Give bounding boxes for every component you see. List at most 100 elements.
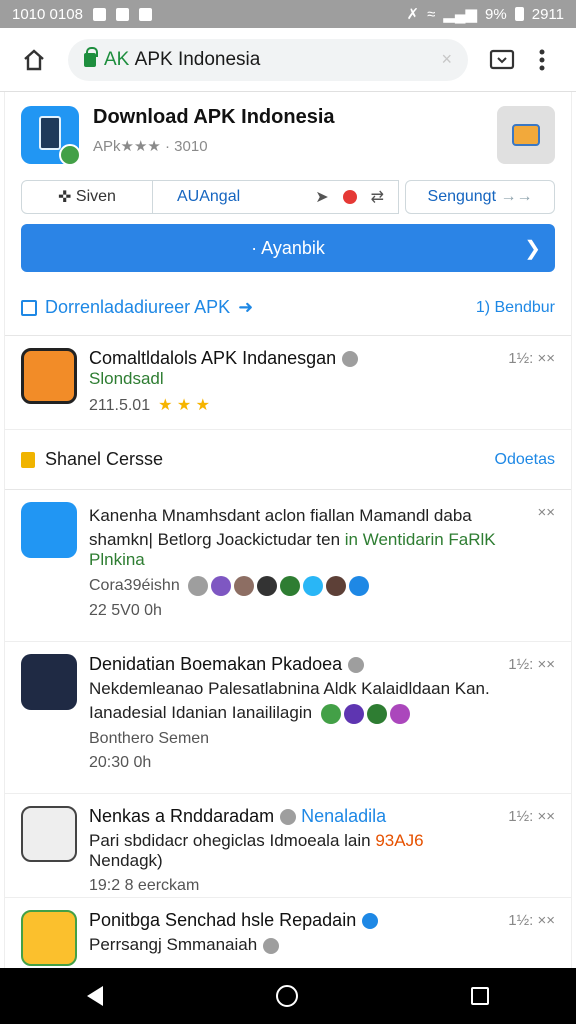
filter-seg-3[interactable]: Sengungt →→ [405,180,555,214]
item-title: Comaltldalols APK Indanesgan [89,348,499,369]
list-item[interactable]: Denidatian Boemakan Pkadoea Nekdemleanao… [5,642,571,794]
item-description: Pari sbdidacr ohegiclas Idmoeala lain 93… [89,831,424,870]
filter-seg-1[interactable]: ✜ Siven [21,180,153,214]
block-icon[interactable] [342,190,357,204]
star-icon: ★ ★ ★ [158,397,211,414]
app-thumbnail [21,654,77,710]
app-thumbnail [21,806,77,862]
arrows-icon: →→ [496,188,533,205]
tabs-icon [489,49,515,69]
app-thumbnail [21,910,77,966]
avatar-icon [326,576,347,596]
item-time-ago: 19:2 8 eerckam [89,877,200,894]
battery-percent: 9% [485,5,507,23]
avatar-row [188,576,370,596]
filter-seg-2[interactable]: AUAngal ➤ ⇄ [153,180,399,214]
primary-button-label: · Ayanbik [251,237,325,258]
status-time-left: 1010 0108 [12,5,83,23]
shuffle-icon[interactable]: ⇄ [371,187,384,207]
avatar-icon [188,576,209,596]
app-header: Download APK Indonesia APk★★★ · 3010 [5,92,571,174]
list-item[interactable]: Kanenha Mnamhsdant aclon fiallan Mamandl… [5,490,571,642]
chevron-right-icon: ❯ [524,238,541,260]
url-bar[interactable]: AK APK Indonesia × [68,38,468,81]
item-title: Kanenha Mnamhsdant aclon fiallan Mamandl… [89,506,472,525]
recents-icon[interactable] [471,987,490,1005]
item-time: ×× [537,504,555,521]
avatar-icon [303,576,324,596]
item-meta: 211.5.01 ★ ★ ★ [89,397,211,414]
verified-icon [280,809,297,826]
more-vert-icon [539,49,545,70]
item-time: 1½: ×× [508,912,555,929]
arrow-icon: ➜ [238,297,254,317]
status-bar: 1010 0108 ✗ ≈ ▂▄▆ 9% 2911 [0,0,576,28]
item-time: 1½: ×× [508,350,555,367]
url-text: APK Indonesia [134,48,261,70]
list-item[interactable]: Ponitbga Senchad hsle Repadain Perrsangj… [5,898,571,968]
filter-seg-1-label: Siven [75,188,116,205]
app-thumbnail [21,502,77,558]
item-time: 1½: ×× [508,808,555,825]
filter-bar: ✜ Siven AUAngal ➤ ⇄ Sengungt →→ [21,180,555,214]
verified-badge-icon [59,144,81,166]
avatar-icon [234,576,255,596]
url-secure-prefix: AK [104,48,130,70]
list-icon [21,299,37,316]
item-meta: Cora39éishn [89,576,499,596]
avatar-icon [320,703,341,724]
subsection-header: Shanel Cersse Odoetas [5,430,571,490]
verified-icon [342,351,359,368]
avatar-icon [211,576,232,596]
filter-seg-2-label: AUAngal [177,188,241,205]
section-right-link[interactable]: 1) Bendbur [476,299,555,317]
signal-icon: ▂▄▆ [443,6,478,23]
app-title: Download APK Indonesia [93,106,335,128]
item-time-ago: 22 5V0 0h [89,602,162,619]
primary-button[interactable]: · Ayanbik ❯ [21,224,555,272]
subsection-link[interactable]: Odoetas [495,451,555,469]
status-clock: 2911 [531,5,564,23]
filter-seg-3-label: Sengungt [427,188,497,205]
item-description: Nekdemleanao Palesatlabnina Aldk Kalaidl… [89,679,490,698]
download-icon [138,7,152,21]
list-item[interactable]: Comaltldalols APK Indanesgan Slondsadl 2… [5,336,571,430]
page-content: Download APK Indonesia APk★★★ · 3010 ✜ S… [4,92,572,968]
verified-icon [263,937,280,954]
item-title: Nenkas a Rnddaradam Nenaladila [89,806,387,826]
item-title: Ponitbga Senchad hsle Repadain [89,910,499,931]
notification-icon [92,7,106,21]
back-icon[interactable] [86,986,103,1006]
subsection-title: Shanel Cersse [45,449,164,469]
mute-icon: ✗ [406,6,420,23]
avatar-icon [280,576,301,596]
section-title[interactable]: Dorrenladadiureer APK [45,297,230,318]
lock-icon [84,46,98,67]
verified-icon [348,657,365,674]
app-subtitle: APk★★★ · 3010 [93,138,208,155]
wallet-icon[interactable] [497,106,555,164]
section-header: Dorrenladadiureer APK ➜ 1) Bendbur [5,280,571,336]
item-description: Perrsangj Smmanaiah [89,935,499,955]
avatar-icon [366,703,387,724]
list-item[interactable]: Nenkas a Rnddaradam Nenaladila Pari sbdi… [5,794,571,898]
item-description: shamkn| Betlorg Joackictudar ten in Went… [89,530,496,549]
game-thumbnail [21,348,77,404]
avatar-row [320,703,410,724]
wifi-icon: ≈ [427,5,436,23]
clear-icon[interactable]: × [441,49,452,70]
pin-icon: ✜ [58,189,76,206]
share-icon[interactable]: ➤ [315,187,328,207]
phone-icon [39,116,61,150]
home-circle-icon[interactable] [275,985,298,1007]
app-icon [21,106,81,166]
menu-button[interactable] [522,40,562,80]
avatar-icon [389,703,410,724]
image-icon [115,7,129,21]
item-tag: Plnkina [89,550,145,569]
tabs-button[interactable] [482,40,522,80]
avatar-icon [349,576,370,596]
verified-icon [362,913,379,930]
item-time: 1½: ×× [508,656,555,673]
home-button[interactable] [14,40,54,80]
